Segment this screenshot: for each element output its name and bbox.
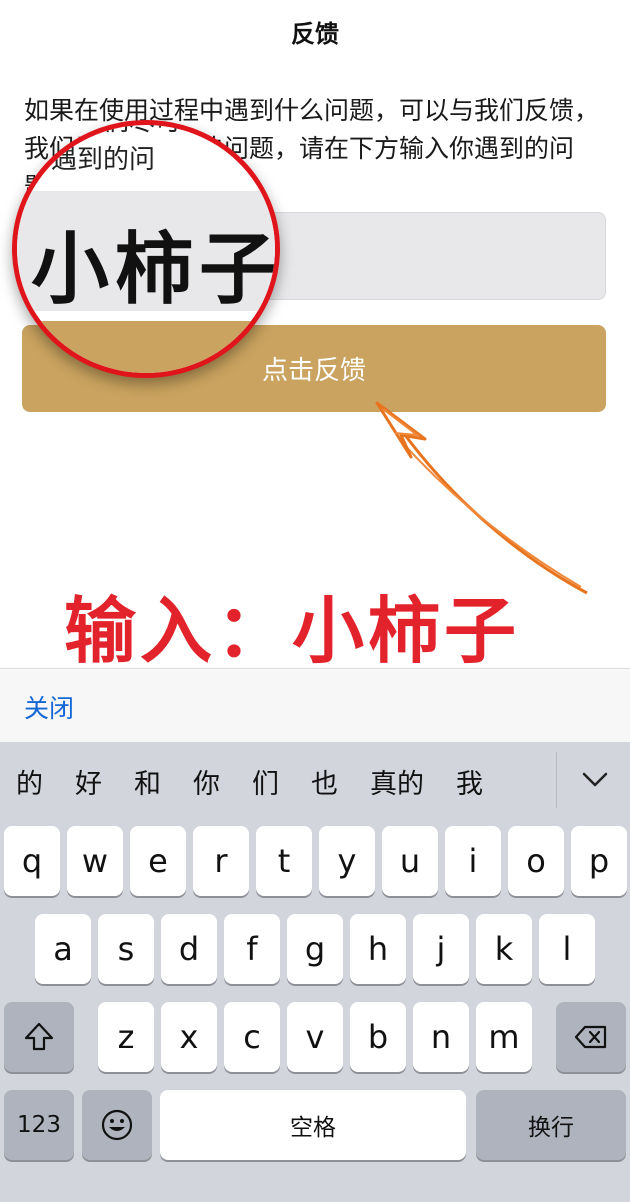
close-button[interactable]: 关闭	[24, 689, 74, 725]
shift-key[interactable]	[4, 1002, 74, 1072]
key-b[interactable]: b	[350, 1002, 406, 1072]
key-c[interactable]: c	[224, 1002, 280, 1072]
magnified-input-value: 小柿子	[31, 224, 280, 315]
space-key[interactable]: 空格	[160, 1090, 466, 1160]
key-k[interactable]: k	[476, 914, 532, 984]
candidate-item[interactable]: 好	[59, 742, 118, 820]
key-z[interactable]: z	[98, 1002, 154, 1072]
key-f[interactable]: f	[224, 914, 280, 984]
key-v[interactable]: v	[287, 1002, 343, 1072]
key-t[interactable]: t	[256, 826, 312, 896]
key-j[interactable]: j	[413, 914, 469, 984]
emoji-key[interactable]	[82, 1090, 152, 1160]
candidate-item[interactable]: 们	[236, 742, 295, 820]
shift-icon	[24, 1022, 54, 1051]
key-y[interactable]: y	[319, 826, 375, 896]
return-key[interactable]: 换行	[476, 1090, 626, 1160]
key-h[interactable]: h	[350, 914, 406, 984]
key-g[interactable]: g	[287, 914, 343, 984]
keyboard-toolbar: 关闭	[0, 668, 630, 742]
key-s[interactable]: s	[98, 914, 154, 984]
key-m[interactable]: m	[476, 1002, 532, 1072]
candidate-item[interactable]: 和	[118, 742, 177, 820]
candidate-item[interactable]: 的	[0, 742, 59, 820]
key-x[interactable]: x	[161, 1002, 217, 1072]
nav-title: 反馈	[291, 20, 339, 48]
candidate-bar: 的 好 和 你 们 也 真的 我	[0, 742, 630, 820]
key-u[interactable]: u	[382, 826, 438, 896]
key-o[interactable]: o	[508, 826, 564, 896]
candidate-item[interactable]: 也	[295, 742, 354, 820]
candidate-item[interactable]: 你	[177, 742, 236, 820]
annotation-arrow-icon	[375, 401, 588, 595]
key-l[interactable]: l	[539, 914, 595, 984]
candidate-item[interactable]: 真的	[354, 742, 440, 820]
emoji-icon	[101, 1109, 133, 1141]
annotation-text: 输入：小柿子	[64, 589, 521, 673]
numbers-key[interactable]: 123	[4, 1090, 74, 1160]
backspace-icon	[574, 1025, 607, 1049]
key-e[interactable]: e	[130, 826, 186, 896]
key-q[interactable]: q	[4, 826, 60, 896]
magnified-line-2: 你遇到的问	[25, 145, 156, 175]
candidate-item[interactable]: 我	[440, 742, 499, 820]
keyboard: 的 好 和 你 们 也 真的 我 q w e r t y u i o p a s…	[0, 742, 630, 1202]
key-w[interactable]: w	[67, 826, 123, 896]
candidate-divider	[556, 752, 557, 808]
chevron-down-icon[interactable]	[580, 764, 610, 794]
magnified-description: 馈，我们尽可 你遇到的问	[25, 125, 181, 179]
key-n[interactable]: n	[413, 1002, 469, 1072]
delete-key[interactable]	[556, 1002, 626, 1072]
magnified-button	[17, 321, 275, 373]
magnifier-overlay: 馈，我们尽可 你遇到的问 小柿子	[12, 120, 280, 378]
key-r[interactable]: r	[193, 826, 249, 896]
key-d[interactable]: d	[161, 914, 217, 984]
key-p[interactable]: p	[571, 826, 627, 896]
key-i[interactable]: i	[445, 826, 501, 896]
key-a[interactable]: a	[35, 914, 91, 984]
